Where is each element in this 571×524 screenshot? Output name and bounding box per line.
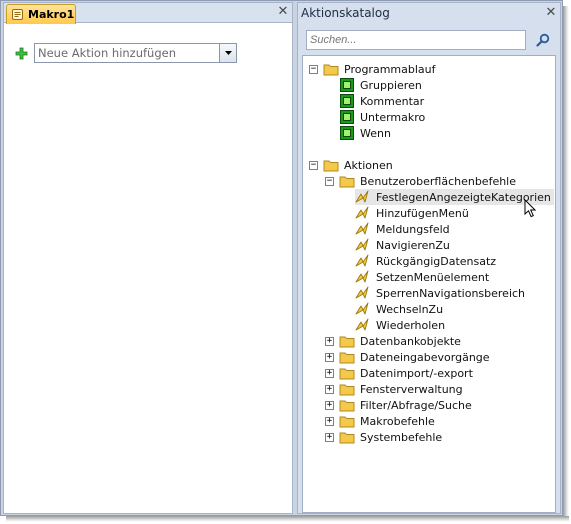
- tab-makro1[interactable]: Makro1: [6, 4, 76, 24]
- folder-icon: [339, 336, 355, 348]
- catalog-search-field[interactable]: [306, 30, 526, 50]
- filter-abfrage-suche-expand-toggle[interactable]: +: [325, 401, 334, 410]
- lightning-action-icon: [355, 254, 369, 267]
- program-block-icon: [340, 110, 354, 124]
- folder-icon: [323, 64, 339, 76]
- search-icon[interactable]: [534, 31, 552, 49]
- window-shadow-bottom: [6, 516, 569, 522]
- tree-item-wiederholen[interactable]: Wiederholen: [355, 317, 445, 333]
- tree-node-filter-abfrage-suche[interactable]: Filter/Abfrage/Suche: [339, 397, 472, 413]
- tree-node-fensterverwaltung[interactable]: Fensterverwaltung: [339, 381, 463, 397]
- new-action-combobox[interactable]: Neue Aktion hinzufügen: [34, 43, 237, 63]
- folder-icon: [339, 416, 355, 428]
- add-new-action-row: Neue Aktion hinzufügen: [15, 43, 237, 63]
- tree-item-untermakro[interactable]: Untermakro: [339, 109, 425, 125]
- tree-node-makrobefehle[interactable]: Makrobefehle: [339, 413, 435, 429]
- tree-item-rueckgaengigdatensatz[interactable]: RückgängigDatensatz: [355, 253, 496, 269]
- mouse-pointer-icon: [524, 199, 536, 218]
- datenbankobjekte-expand-toggle[interactable]: +: [325, 337, 334, 346]
- lightning-action-icon: [355, 270, 369, 283]
- tree-node-programmablauf[interactable]: Programmablauf: [323, 61, 436, 77]
- tree-item-setzenmenueelement[interactable]: SetzenMenüelement: [355, 269, 489, 285]
- folder-icon: [323, 160, 339, 172]
- tree-item-kommentar[interactable]: Kommentar: [339, 93, 424, 109]
- tree-item-wenn[interactable]: Wenn: [339, 125, 391, 141]
- tree-item-gruppieren[interactable]: Gruppieren: [339, 77, 422, 93]
- program-block-icon: [340, 78, 354, 92]
- lightning-action-icon: [355, 286, 369, 299]
- close-document-icon[interactable]: ✕: [277, 5, 289, 18]
- action-catalog-title: Aktionskatalog: [301, 6, 390, 20]
- lightning-action-icon: [355, 206, 369, 219]
- tree-item-wechselnzu[interactable]: WechselnZu: [355, 301, 443, 317]
- window-shadow-right: [563, 6, 569, 520]
- tree-node-systembefehle[interactable]: Systembefehle: [339, 429, 442, 445]
- macro-scroll-icon: [12, 9, 23, 20]
- add-plus-icon: [15, 47, 28, 59]
- new-action-placeholder: Neue Aktion hinzufügen: [38, 46, 177, 60]
- folder-icon: [339, 432, 355, 444]
- dateneingabevorgaenge-expand-toggle[interactable]: +: [325, 353, 334, 362]
- tab-label: Makro1: [28, 8, 75, 21]
- lightning-action-icon: [355, 222, 369, 235]
- program-block-icon: [340, 126, 354, 140]
- lightning-action-icon: [355, 318, 369, 331]
- tree-node-benutzeroberflaechenbefehle[interactable]: Benutzeroberflächenbefehle: [339, 173, 516, 189]
- folder-icon: [339, 368, 355, 380]
- macro-document-pane: Makro1 ✕ Neue Aktion hinzufügen: [3, 2, 293, 514]
- makrobefehle-expand-toggle[interactable]: +: [325, 417, 334, 426]
- aktionen-collapse-toggle[interactable]: −: [309, 161, 318, 170]
- folder-icon: [339, 400, 355, 412]
- action-catalog-pane: Aktionskatalog ✕ − Programmablauf Gruppi…: [297, 2, 561, 514]
- fensterverwaltung-expand-toggle[interactable]: +: [325, 385, 334, 394]
- lightning-action-icon: [355, 238, 369, 251]
- lightning-action-icon: [355, 302, 369, 315]
- document-tab-bar: Makro1 ✕: [4, 3, 292, 24]
- folder-icon: [339, 176, 355, 188]
- catalog-search-input[interactable]: [307, 31, 525, 49]
- tree-node-dateneingabevorgaenge[interactable]: Dateneingabevorgänge: [339, 349, 490, 365]
- tree-item-hinzufuegenmenue[interactable]: HinzufügenMenü: [355, 205, 469, 221]
- benutzeroberflaechenbefehle-collapse-toggle[interactable]: −: [325, 177, 334, 186]
- lightning-action-icon: [355, 190, 369, 203]
- tree-item-navigierenzu[interactable]: NavigierenZu: [355, 237, 450, 253]
- systembefehle-expand-toggle[interactable]: +: [325, 433, 334, 442]
- folder-icon: [339, 384, 355, 396]
- close-catalog-icon[interactable]: ✕: [545, 6, 557, 19]
- program-block-icon: [340, 94, 354, 108]
- programmablauf-collapse-toggle[interactable]: −: [309, 65, 318, 74]
- tree-item-meldungsfeld[interactable]: Meldungsfeld: [355, 221, 450, 237]
- tree-node-datenimport-export[interactable]: Datenimport/-export: [339, 365, 473, 381]
- dropdown-arrow-button[interactable]: [219, 44, 236, 62]
- tree-node-aktionen[interactable]: Aktionen: [323, 157, 393, 173]
- action-catalog-tree: − Programmablauf Gruppieren Kommentar Un…: [302, 55, 556, 513]
- folder-icon: [339, 352, 355, 364]
- datenimport-export-expand-toggle[interactable]: +: [325, 369, 334, 378]
- tree-node-datenbankobjekte[interactable]: Datenbankobjekte: [339, 333, 461, 349]
- chevron-down-icon: [224, 51, 232, 55]
- tree-item-sperrennavigationsbereich[interactable]: SperrenNavigationsbereich: [355, 285, 525, 301]
